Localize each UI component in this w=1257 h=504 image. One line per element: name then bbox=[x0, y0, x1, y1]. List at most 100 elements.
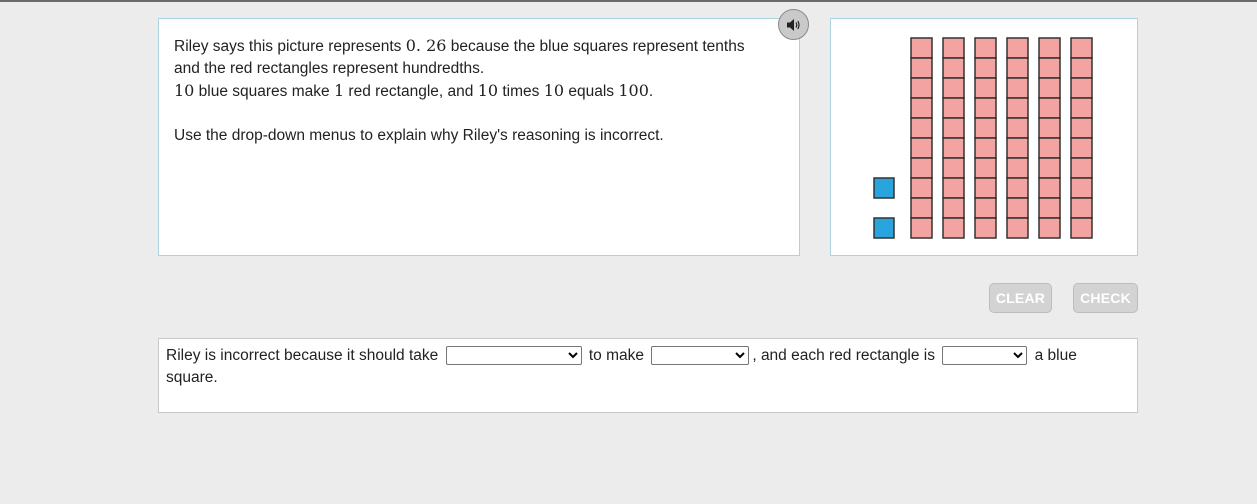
red-rectangle-cell bbox=[942, 37, 965, 59]
prompt-text: equals bbox=[564, 83, 619, 100]
red-rectangle-cell bbox=[1038, 157, 1061, 179]
red-rectangle-cell bbox=[942, 197, 965, 219]
red-rectangle bbox=[942, 37, 965, 239]
red-rectangle bbox=[1038, 37, 1061, 239]
red-rectangle-cell bbox=[1006, 177, 1029, 199]
red-rectangle-cell bbox=[1038, 197, 1061, 219]
red-rectangle-cell bbox=[1070, 177, 1093, 199]
red-rectangle-cell bbox=[942, 97, 965, 119]
red-rectangle-cell bbox=[910, 57, 933, 79]
audio-button[interactable] bbox=[778, 9, 809, 40]
red-rectangle-cell bbox=[942, 117, 965, 139]
red-rectangle-cell bbox=[1038, 217, 1061, 239]
red-rectangle-cell bbox=[1006, 157, 1029, 179]
prompt-text: . bbox=[648, 83, 654, 100]
red-rectangle-cell bbox=[1038, 77, 1061, 99]
answer-panel: Riley is incorrect because it should tak… bbox=[158, 338, 1138, 413]
red-rectangle-cell bbox=[942, 217, 965, 239]
red-rectangle-cell bbox=[1070, 137, 1093, 159]
prompt-line-1: Riley says this picture represents 0. 26… bbox=[174, 35, 784, 58]
red-rectangle-cell bbox=[1038, 37, 1061, 59]
answer-text: , and each red rectangle is bbox=[752, 347, 935, 364]
prompt-text: blue squares make bbox=[194, 83, 334, 100]
prompt-text: Riley says this picture represents bbox=[174, 38, 406, 55]
red-rectangle-cell bbox=[1070, 77, 1093, 99]
red-rectangle-cell bbox=[1006, 197, 1029, 219]
red-rectangle-cell bbox=[1070, 117, 1093, 139]
red-rectangle-cell bbox=[910, 37, 933, 59]
answer-text: square. bbox=[166, 369, 218, 386]
red-rectangle-cell bbox=[942, 177, 965, 199]
red-rectangle-cell bbox=[910, 197, 933, 219]
red-rectangle-cell bbox=[910, 217, 933, 239]
red-rectangle-cell bbox=[1038, 97, 1061, 119]
dropdown-3[interactable] bbox=[942, 346, 1028, 366]
red-rectangle-cell bbox=[942, 57, 965, 79]
red-rectangle-cell bbox=[974, 57, 997, 79]
red-rectangle-cell bbox=[942, 137, 965, 159]
answer-text: a blue bbox=[1034, 347, 1077, 364]
red-rectangle-cell bbox=[974, 97, 997, 119]
red-rectangle-cell bbox=[974, 137, 997, 159]
red-rectangle-cell bbox=[1006, 37, 1029, 59]
red-rectangle-cell bbox=[1070, 97, 1093, 119]
base-ten-model-panel bbox=[830, 18, 1138, 256]
red-rectangle-cell bbox=[1006, 137, 1029, 159]
prompt-text: times bbox=[498, 83, 544, 100]
red-rectangle-cell bbox=[910, 157, 933, 179]
prompt-line-3: 10 blue squares make 1 red rectangle, an… bbox=[174, 80, 784, 103]
red-rectangle-cell bbox=[1038, 117, 1061, 139]
red-rectangle bbox=[974, 37, 997, 239]
red-rectangle-cell bbox=[1070, 57, 1093, 79]
math-value: 10 bbox=[174, 81, 195, 100]
red-rectangle-cell bbox=[1070, 37, 1093, 59]
prompt-panel: Riley says this picture represents 0. 26… bbox=[158, 18, 800, 256]
red-rectangle-cell bbox=[910, 117, 933, 139]
math-value: 10 bbox=[543, 81, 565, 100]
prompt-line-2: and the red rectangles represent hundred… bbox=[174, 60, 485, 77]
instruction-text: Use the drop-down menus to explain why R… bbox=[174, 127, 664, 144]
red-rectangle-cell bbox=[974, 117, 997, 139]
red-rectangle-cell bbox=[1006, 57, 1029, 79]
blue-square bbox=[873, 217, 895, 239]
answer-text: to make bbox=[588, 347, 645, 364]
red-rectangle-cell bbox=[1006, 217, 1029, 239]
speaker-icon bbox=[786, 18, 800, 31]
dropdown-2[interactable] bbox=[651, 346, 750, 366]
red-rectangle-cell bbox=[974, 157, 997, 179]
red-rectangle-cell bbox=[974, 37, 997, 59]
dropdown-1[interactable] bbox=[445, 346, 582, 366]
red-rectangle-cell bbox=[910, 137, 933, 159]
red-rectangle-cell bbox=[910, 177, 933, 199]
check-button[interactable]: CHECK bbox=[1073, 283, 1138, 313]
red-rectangle-cell bbox=[974, 197, 997, 219]
blue-square bbox=[873, 177, 895, 199]
red-rectangle bbox=[1070, 37, 1093, 239]
clear-button[interactable]: CLEAR bbox=[989, 283, 1052, 313]
red-rectangle-cell bbox=[1070, 217, 1093, 239]
red-rectangle-cell bbox=[974, 217, 997, 239]
math-value: 1 bbox=[333, 81, 345, 100]
red-rectangle-cell bbox=[1006, 97, 1029, 119]
top-border bbox=[0, 0, 1257, 2]
red-rectangle-cell bbox=[1070, 157, 1093, 179]
red-rectangle-cell bbox=[1038, 57, 1061, 79]
red-rectangle bbox=[1006, 37, 1029, 239]
red-rectangle-cell bbox=[1006, 117, 1029, 139]
red-rectangle-cell bbox=[910, 77, 933, 99]
red-rectangle-cell bbox=[974, 77, 997, 99]
red-rectangle-cell bbox=[1038, 137, 1061, 159]
red-rectangle-cell bbox=[974, 177, 997, 199]
math-value: 0. 26 bbox=[405, 36, 447, 55]
red-rectangle-cell bbox=[1038, 177, 1061, 199]
math-value: 100 bbox=[618, 81, 649, 100]
red-rectangle-cell bbox=[942, 157, 965, 179]
math-value: 10 bbox=[477, 81, 499, 100]
red-rectangle-cell bbox=[1070, 197, 1093, 219]
red-rectangle bbox=[910, 37, 933, 239]
prompt-text: red rectangle, and bbox=[344, 83, 478, 100]
prompt-text: because the blue squares represent tenth… bbox=[446, 38, 745, 55]
base-ten-blocks bbox=[873, 37, 1093, 239]
red-rectangle-cell bbox=[1006, 77, 1029, 99]
